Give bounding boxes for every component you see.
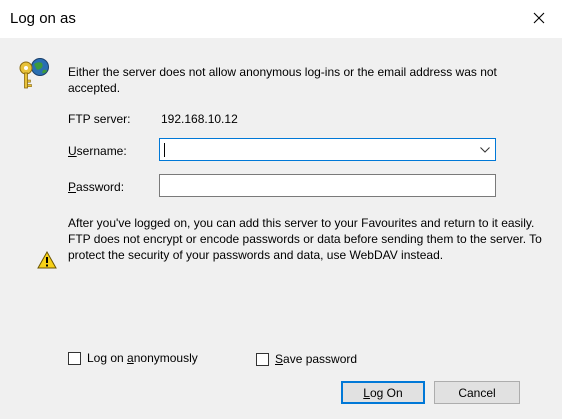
ftp-server-value: 192.168.10.12 (161, 112, 238, 126)
anonymous-label-post: nonymously (133, 351, 198, 365)
save-password-option[interactable]: Save password (256, 352, 357, 366)
close-button[interactable] (516, 0, 562, 38)
username-label-accelerator: U (68, 144, 77, 158)
password-input[interactable] (164, 177, 489, 194)
log-on-button[interactable]: Log On (341, 381, 425, 404)
dialog-body: Either the server does not allow anonymo… (0, 38, 562, 419)
warning-icon (37, 250, 57, 269)
save-password-checkbox[interactable] (256, 352, 269, 366)
log-on-label-text: og On (369, 385, 403, 400)
save-label-accelerator: S (275, 352, 284, 366)
password-field[interactable] (159, 174, 496, 197)
save-label-text: ave password (283, 352, 358, 366)
chevron-down-icon[interactable] (475, 139, 495, 160)
anonymous-logon-checkbox[interactable] (68, 351, 81, 365)
ftp-server-label: FTP server: (68, 112, 131, 126)
info-text: After you've logged on, you can add this… (68, 215, 548, 263)
cancel-label: Cancel (458, 385, 496, 400)
security-warning-text: FTP does not encrypt or encode passwords… (68, 232, 542, 262)
cancel-button[interactable]: Cancel (434, 381, 520, 404)
anonymous-logon-label: Log on anonymously (87, 351, 198, 365)
window-title: Log on as (10, 10, 76, 27)
keys-globe-icon (16, 56, 52, 92)
password-label: Password: (68, 180, 124, 194)
title-bar: Log on as (0, 0, 562, 39)
anonymous-label-pre: Log on (87, 351, 128, 365)
text-caret (164, 143, 165, 157)
password-label-accelerator: P (68, 180, 77, 194)
log-on-accelerator: L (363, 385, 370, 400)
intro-message: Either the server does not allow anonymo… (68, 65, 497, 95)
anonymous-label-accelerator: a (127, 351, 134, 365)
username-input[interactable] (164, 141, 464, 158)
username-combobox[interactable] (159, 138, 496, 161)
favourites-note: After you've logged on, you can add this… (68, 216, 535, 230)
close-icon (533, 12, 545, 27)
save-password-label: Save password (275, 352, 357, 366)
anonymous-logon-option[interactable]: Log on anonymously (68, 351, 198, 365)
username-label: Username: (68, 144, 127, 158)
username-label-text: sername: (76, 144, 127, 158)
log-on-label: Log On (363, 386, 402, 400)
password-label-text: assword: (76, 180, 125, 194)
